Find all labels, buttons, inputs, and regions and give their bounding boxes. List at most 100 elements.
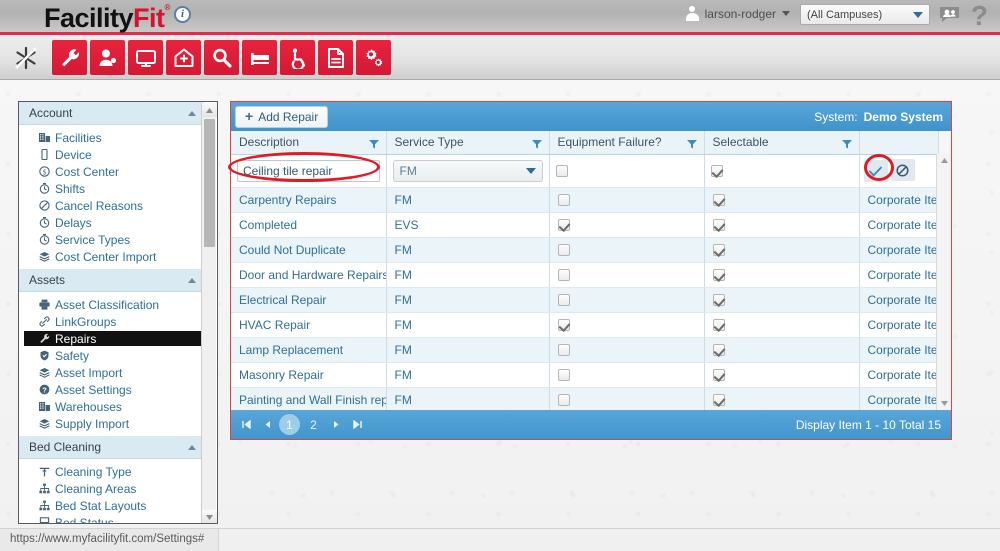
- table-header-row: Description Service Type Equipment Failu…: [231, 131, 938, 154]
- table-header: Description Service Type Equipment Failu…: [231, 131, 938, 154]
- first-page-button[interactable]: [237, 416, 255, 434]
- confirm-save-button[interactable]: [864, 160, 888, 182]
- quick-actions-icon[interactable]: [8, 40, 43, 75]
- cancel-edit-button[interactable]: [891, 159, 915, 181]
- sidebar-item-bed-stat-layouts[interactable]: Bed Stat Layouts: [19, 498, 204, 513]
- stack-icon: [39, 251, 50, 262]
- table-row[interactable]: CompletedEVSCorporate Item: [231, 212, 938, 237]
- equipment-failure-checkbox: [558, 369, 570, 381]
- sidebar-group-assets[interactable]: Assets: [19, 269, 204, 292]
- triangle-up-icon[interactable]: [188, 445, 196, 450]
- sidebar-item-linkgroups[interactable]: LinkGroups: [19, 314, 204, 329]
- column-header-service-type[interactable]: Service Type: [386, 131, 549, 154]
- last-page-button[interactable]: [348, 416, 366, 434]
- column-header-equipment-failure[interactable]: Equipment Failure?: [549, 131, 704, 154]
- info-icon[interactable]: i: [174, 6, 191, 23]
- table-row[interactable]: Could Not DuplicateFMCorporate Item: [231, 237, 938, 262]
- table-row[interactable]: Electrical RepairFMCorporate Item: [231, 287, 938, 312]
- description-input[interactable]: [237, 160, 380, 182]
- sidebar-scrollbar[interactable]: [201, 103, 216, 524]
- app-logo: FacilityFit®: [44, 3, 170, 34]
- sidebar-item-label: LinkGroups: [55, 315, 116, 329]
- selectable-checkbox: [713, 269, 725, 281]
- sidebar-item-service-types[interactable]: Service Types: [19, 232, 204, 247]
- sidebar-item-asset-classification[interactable]: Asset Classification: [19, 297, 204, 312]
- table-row[interactable]: Masonry RepairFMCorporate Item: [231, 362, 938, 387]
- column-label: Description: [239, 135, 299, 149]
- user-menu[interactable]: larson-rodger: [686, 6, 790, 21]
- triangle-up-icon[interactable]: [188, 111, 196, 116]
- sidebar-item-facilities[interactable]: Facilities: [19, 130, 204, 145]
- cell-selectable: [704, 387, 859, 412]
- bed-cleaning-icon[interactable]: [242, 40, 277, 75]
- filter-icon[interactable]: [687, 138, 697, 152]
- sidebar-item-label: Bed Stat Layouts: [55, 499, 146, 513]
- search-magnifier-icon[interactable]: [204, 40, 239, 75]
- help-icon[interactable]: ?: [971, 0, 988, 32]
- sidebar-item-repairs[interactable]: Repairs: [24, 331, 201, 346]
- sidebar-item-delays[interactable]: Delays: [19, 215, 204, 230]
- campus-select[interactable]: (All Campuses): [800, 4, 930, 25]
- sidebar-group-account[interactable]: Account: [19, 102, 204, 125]
- selectable-checkbox[interactable]: [711, 165, 723, 177]
- sidebar-scroll-thumb[interactable]: [204, 119, 215, 247]
- sidebar-item-cost-center-import[interactable]: Cost Center Import: [19, 249, 204, 264]
- svg-text:$: $: [43, 168, 47, 176]
- table-row[interactable]: Lamp ReplacementFMCorporate Item: [231, 337, 938, 362]
- filter-icon[interactable]: [369, 138, 379, 152]
- page-button-2[interactable]: 2: [303, 414, 324, 435]
- column-header-selectable[interactable]: Selectable: [704, 131, 859, 154]
- page-button-1[interactable]: 1: [279, 414, 300, 435]
- link-icon: [39, 316, 50, 327]
- sidebar-item-supply-import[interactable]: Supply Import: [19, 416, 204, 431]
- system-label-text: System:: [814, 110, 857, 124]
- grid-scrollbar[interactable]: [936, 154, 951, 410]
- sidebar-group-label: Bed Cleaning: [29, 440, 101, 454]
- table-row[interactable]: HVAC RepairFMCorporate Item: [231, 312, 938, 337]
- sidebar-item-safety[interactable]: Safety: [19, 348, 204, 363]
- sidebar-item-asset-import[interactable]: Asset Import: [19, 365, 204, 380]
- scroll-down-arrow-icon[interactable]: [937, 397, 952, 410]
- system-indicator: System:Demo System: [814, 110, 943, 124]
- printer-icon: [39, 299, 50, 310]
- prev-page-button[interactable]: [258, 416, 276, 434]
- wheelchair-icon[interactable]: [280, 40, 315, 75]
- sidebar-item-cancel-reasons[interactable]: Cancel Reasons: [19, 198, 204, 213]
- equipment-failure-checkbox[interactable]: [556, 165, 568, 177]
- sidebar-item-asset-settings[interactable]: ?Asset Settings: [19, 382, 204, 397]
- sidebar-item-shifts[interactable]: Shifts: [19, 181, 204, 196]
- sidebar-group-bed-cleaning[interactable]: Bed Cleaning: [19, 436, 204, 459]
- sidebar-item-cleaning-type[interactable]: Cleaning Type: [19, 464, 204, 479]
- triangle-up-icon[interactable]: [188, 278, 196, 283]
- add-repair-button[interactable]: + Add Repair: [235, 106, 328, 128]
- table-row[interactable]: Carpentry RepairsFMCorporate Item: [231, 187, 938, 212]
- help-circle-icon: ?: [39, 384, 50, 395]
- table-row[interactable]: Door and Hardware RepairsFMCorporate Ite…: [231, 262, 938, 287]
- monitor-display-icon[interactable]: [128, 40, 163, 75]
- group-chat-icon[interactable]: [939, 6, 960, 23]
- sidebar-item-device[interactable]: Device: [19, 147, 204, 162]
- filter-icon[interactable]: [842, 138, 852, 152]
- selectable-checkbox: [713, 219, 725, 231]
- sidebar-item-bed-status[interactable]: Bed Status: [19, 515, 204, 524]
- next-page-button[interactable]: [327, 416, 345, 434]
- column-header-description[interactable]: Description: [231, 131, 386, 154]
- scroll-up-arrow-icon[interactable]: [937, 154, 952, 167]
- hospital-home-icon[interactable]: [166, 40, 201, 75]
- sidebar-item-cleaning-areas[interactable]: Cleaning Areas: [19, 481, 204, 496]
- scroll-up-arrow-icon[interactable]: [202, 103, 217, 117]
- service-type-select[interactable]: FM: [393, 160, 543, 182]
- table-row[interactable]: Painting and Wall Finish repairsFMCorpor…: [231, 387, 938, 412]
- sidebar-item-label: Safety: [55, 349, 89, 363]
- maintenance-wrench-icon[interactable]: [52, 40, 87, 75]
- campus-select-value: (All Campuses): [807, 9, 882, 21]
- scroll-down-arrow-icon[interactable]: [202, 510, 217, 524]
- sidebar-item-cost-center[interactable]: $Cost Center: [19, 164, 204, 179]
- sidebar-item-label: Delays: [55, 216, 92, 230]
- patient-transport-icon[interactable]: [90, 40, 125, 75]
- settings-sidebar[interactable]: Account Facilities Device $Cost Center Shift…: [18, 101, 218, 524]
- reports-document-icon[interactable]: [318, 40, 353, 75]
- sidebar-item-warehouses[interactable]: Warehouses: [19, 399, 204, 414]
- settings-gears-icon[interactable]: [356, 40, 391, 75]
- filter-icon[interactable]: [532, 138, 542, 152]
